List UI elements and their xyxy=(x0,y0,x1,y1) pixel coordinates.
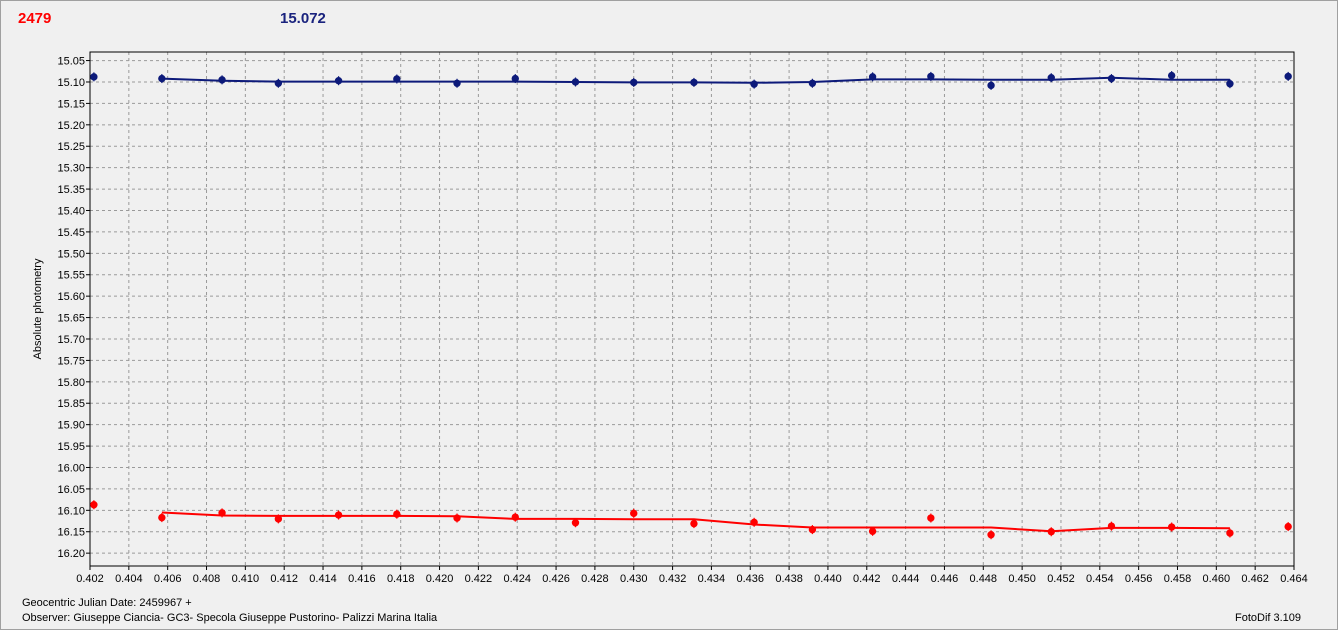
x-tick-label: 0.440 xyxy=(814,573,842,585)
y-tick-label: 15.90 xyxy=(57,420,85,432)
y-tick-label: 15.20 xyxy=(57,120,85,132)
x-tick-label: 0.462 xyxy=(1241,573,1269,585)
y-tick-label: 16.00 xyxy=(57,462,85,474)
x-tick-label: 0.446 xyxy=(931,573,959,585)
x-tick-label: 0.416 xyxy=(348,573,376,585)
x-tick-label: 0.420 xyxy=(426,573,454,585)
x-tick-label: 0.430 xyxy=(620,573,648,585)
date-label: Geocentric Julian Date: 2459967 + xyxy=(22,597,192,609)
observer-label: Observer: Giuseppe Ciancia- GC3- Specola… xyxy=(22,612,438,624)
x-tick-label: 0.426 xyxy=(542,573,570,585)
x-tick-label: 0.414 xyxy=(309,573,337,585)
x-tick-label: 0.418 xyxy=(387,573,415,585)
y-tick-label: 15.70 xyxy=(57,334,85,346)
x-tick-label: 0.460 xyxy=(1203,573,1231,585)
x-tick-label: 0.456 xyxy=(1125,573,1153,585)
y-tick-label: 15.10 xyxy=(57,77,85,89)
y-tick-label: 15.15 xyxy=(57,98,85,110)
x-tick-label: 0.408 xyxy=(193,573,221,585)
light-curve-chart: 0.402 0.404 0.406 0.408 0.410 0.412 0.414 0.416… xyxy=(32,51,1308,585)
x-tick-label: 0.442 xyxy=(853,573,881,585)
y-tick-label: 16.05 xyxy=(57,484,85,496)
x-tick-label: 0.404 xyxy=(115,573,143,585)
y-tick-label: 15.65 xyxy=(57,313,85,325)
x-tick-label: 0.458 xyxy=(1164,573,1192,585)
y-tick-label: 15.55 xyxy=(57,270,85,282)
y-tick-label: 15.05 xyxy=(57,56,85,68)
y-tick-label: 15.95 xyxy=(57,441,85,453)
x-tick-label: 0.402 xyxy=(76,573,104,585)
software-label: FotoDif 3.109 xyxy=(1235,612,1302,624)
x-tick-label: 0.424 xyxy=(503,573,531,585)
y-tick-label: 15.40 xyxy=(57,205,85,217)
y-tick-label: 15.85 xyxy=(57,398,85,410)
x-tick-label: 0.412 xyxy=(270,573,298,585)
x-tick-label: 0.452 xyxy=(1047,573,1075,585)
y-tick-label: 15.80 xyxy=(57,377,85,389)
x-tick-label: 0.434 xyxy=(698,573,726,585)
y-tick-label: 16.10 xyxy=(57,505,85,517)
x-tick-label: 0.406 xyxy=(154,573,182,585)
y-tick-label: 16.15 xyxy=(57,527,85,539)
x-tick-label: 0.448 xyxy=(970,573,998,585)
y-tick-label: 15.60 xyxy=(57,291,85,303)
x-tick-label: 0.454 xyxy=(1086,573,1114,585)
x-tick-label: 0.432 xyxy=(659,573,687,585)
x-tick-label: 0.438 xyxy=(775,573,803,585)
y-tick-label: 15.35 xyxy=(57,184,85,196)
x-tick-label: 0.428 xyxy=(581,573,609,585)
y-tick-label: 15.25 xyxy=(57,141,85,153)
y-tick-label: 15.50 xyxy=(57,248,85,260)
y-tick-label: 15.75 xyxy=(57,355,85,367)
x-tick-label: 0.410 xyxy=(232,573,260,585)
x-tick-label: 0.436 xyxy=(736,573,764,585)
y-tick-label: 15.45 xyxy=(57,227,85,239)
y-axis-label: Absolute photometry xyxy=(32,258,44,359)
y-tick-label: 16.20 xyxy=(57,548,85,560)
x-tick-label: 0.444 xyxy=(892,573,920,585)
y-tick-label: 15.30 xyxy=(57,163,85,175)
x-tick-label: 0.450 xyxy=(1008,573,1036,585)
x-tick-label: 0.422 xyxy=(465,573,493,585)
x-tick-label: 0.464 xyxy=(1280,573,1308,585)
